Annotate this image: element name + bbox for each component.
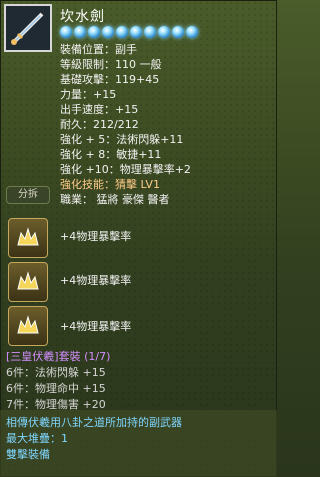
sword-icon bbox=[4, 4, 52, 52]
socket-bonus-1: +4物理暴擊率 bbox=[60, 230, 132, 243]
gem-icon bbox=[88, 26, 100, 38]
socket-bonus-2: +4物理暴擊率 bbox=[60, 274, 132, 287]
description-line-2: 最大堆疊：1 bbox=[6, 432, 68, 445]
gem-icon bbox=[172, 26, 184, 38]
gem-icon bbox=[130, 26, 142, 38]
description-line-1: 相傳伏羲用八卦之道所加持的副武器 bbox=[6, 416, 182, 429]
item-stats: 裝備位置：副手 等級限制：110 一般 基礎攻擊：119+45 力量：+15 出… bbox=[60, 42, 191, 207]
gem-icon bbox=[158, 26, 170, 38]
stat-enhance-5: 強化 + 5：法術閃躲+11 bbox=[60, 133, 184, 146]
socket-bonus-3: +4物理暴擊率 bbox=[60, 320, 132, 333]
stat-speed: 出手速度：+15 bbox=[60, 103, 139, 116]
gem-row bbox=[60, 26, 198, 38]
gem-icon bbox=[74, 26, 86, 38]
gem-icon bbox=[186, 26, 198, 38]
set-count: 套裝 (1/7) bbox=[58, 350, 111, 363]
socket-slot-3[interactable] bbox=[8, 306, 48, 346]
stat-level: 等級限制：110 一般 bbox=[60, 58, 162, 71]
gem-icon bbox=[60, 26, 72, 38]
crown-icon bbox=[17, 315, 39, 334]
enhance-skill: 強化技能：猜擊 LV1 bbox=[60, 178, 160, 191]
description-line-3: 雙擊裝備 bbox=[6, 448, 50, 461]
crown-icon bbox=[17, 271, 39, 290]
gem-icon bbox=[144, 26, 156, 38]
gem-icon bbox=[116, 26, 128, 38]
split-button[interactable]: 分拆 bbox=[6, 186, 50, 204]
stat-enhance-10: 強化 +10：物理暴擊率+2 bbox=[60, 163, 191, 176]
crown-icon bbox=[17, 227, 39, 246]
socket-slot-2[interactable] bbox=[8, 262, 48, 302]
stat-durability: 耐久：212/212 bbox=[60, 118, 139, 131]
stat-slot: 裝備位置：副手 bbox=[60, 43, 137, 56]
item-name: 坎水劍 bbox=[60, 9, 105, 25]
set-title: [三皇伏羲]套裝 (1/7) bbox=[6, 348, 110, 364]
set-bonus-1: 6件：法術閃躲 +15 bbox=[6, 366, 106, 379]
socket-slot-1[interactable] bbox=[8, 218, 48, 258]
gem-icon bbox=[102, 26, 114, 38]
set-name: [三皇伏羲] bbox=[6, 350, 59, 363]
stat-enhance-8: 強化 + 8：敏捷+11 bbox=[60, 148, 162, 161]
stat-attack: 基礎攻擊：119+45 bbox=[60, 73, 160, 86]
stat-strength: 力量：+15 bbox=[60, 88, 117, 101]
class-list: 職業： 猛將 豪傑 醫者 bbox=[60, 193, 170, 206]
set-bonus-2: 6件：物理命中 +15 bbox=[6, 382, 106, 395]
